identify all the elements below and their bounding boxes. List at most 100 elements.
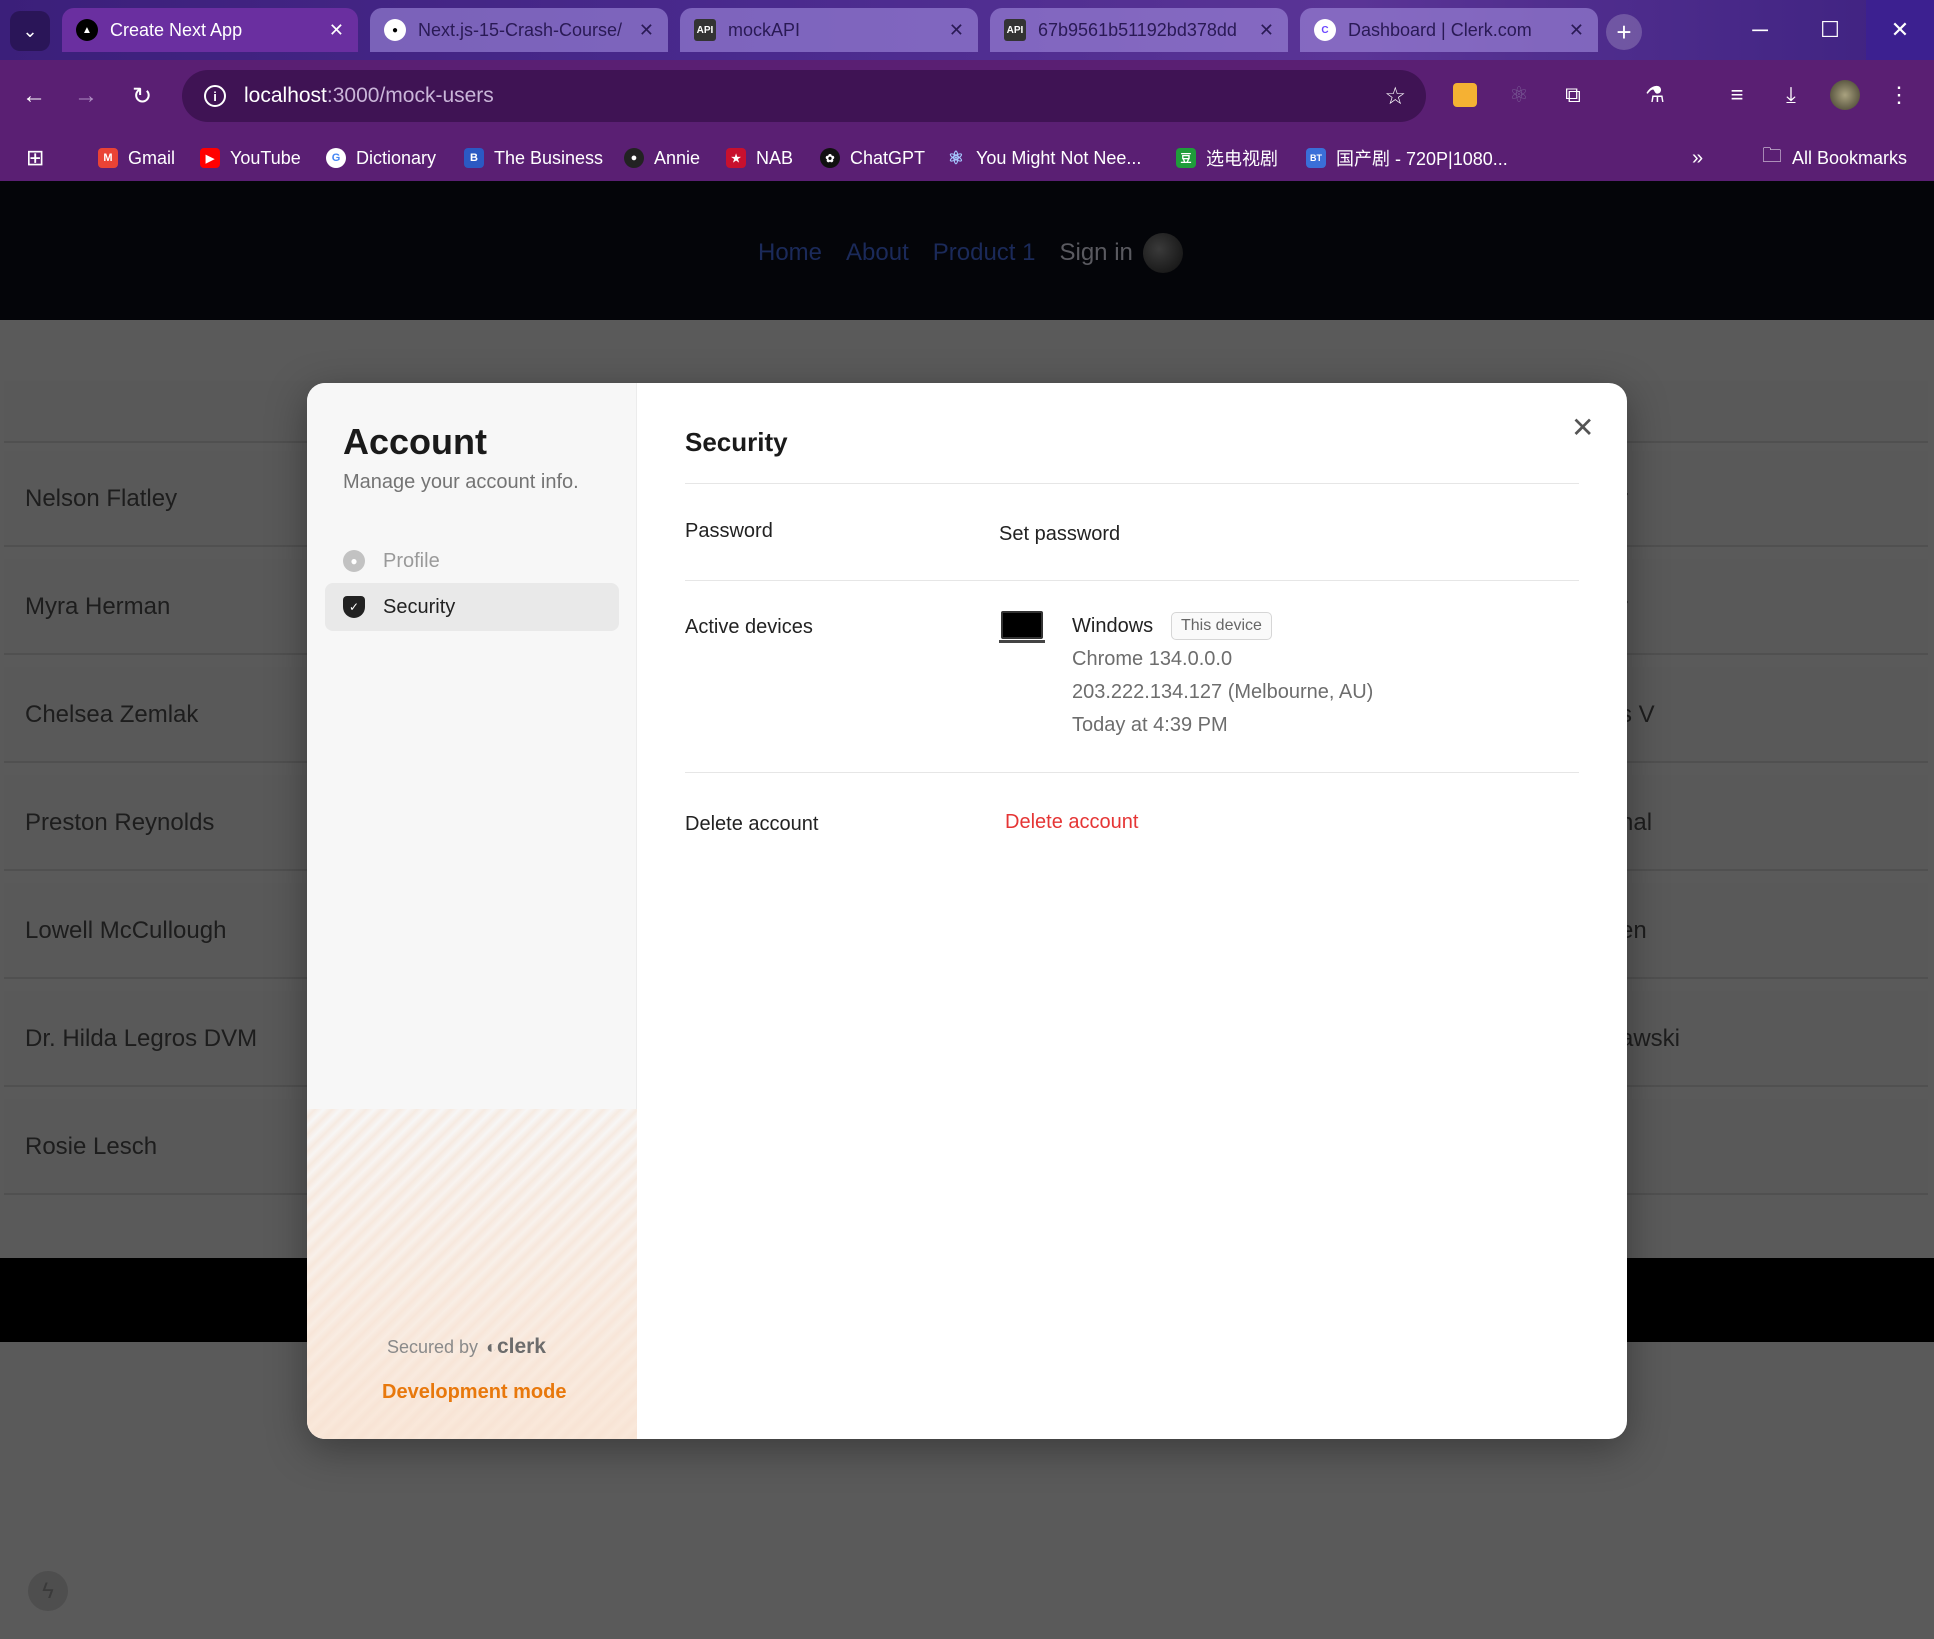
forward-button[interactable]: → — [68, 78, 104, 114]
window-close-button[interactable]: ✕ — [1866, 0, 1934, 60]
divider — [685, 580, 1579, 581]
bookmark-guochanju[interactable]: BT 国产剧 - 720P|1080... — [1306, 145, 1508, 171]
close-modal-button[interactable]: ✕ — [1571, 411, 1594, 444]
labs-flask-icon[interactable]: ⚗ — [1638, 78, 1672, 112]
close-icon[interactable]: ✕ — [1259, 20, 1274, 41]
tab-clerk-dashboard[interactable]: C Dashboard | Clerk.com ✕ — [1300, 8, 1598, 52]
menu-kebab-icon[interactable]: ⋮ — [1882, 78, 1916, 112]
douban-icon: 豆 — [1176, 148, 1196, 168]
clerk-wordmark: clerk — [496, 1335, 546, 1358]
close-icon[interactable]: ✕ — [1569, 20, 1584, 41]
sidebar-item-label: Security — [383, 595, 456, 618]
nav-product-link[interactable]: Product 1 — [933, 239, 1036, 267]
nav-about-link[interactable]: About — [846, 239, 909, 267]
address-bar[interactable]: i localhost:3000/mock-users ☆ — [182, 70, 1426, 122]
bookmark-label: Dictionary — [356, 147, 437, 168]
divider — [685, 772, 1579, 773]
user-name: Myra Herman — [25, 593, 171, 620]
minimize-button[interactable]: ─ — [1726, 0, 1794, 60]
tab-title: 67b9561b51192bd378dd — [1038, 19, 1237, 40]
close-icon[interactable]: ✕ — [949, 20, 964, 41]
tab-mockapi[interactable]: API mockAPI ✕ — [680, 8, 978, 52]
bookmark-dictionary[interactable]: G Dictionary — [326, 148, 436, 169]
tab-create-next-app[interactable]: ▲ Create Next App ✕ — [62, 8, 358, 52]
back-button[interactable]: ← — [16, 78, 52, 114]
github-icon: ● — [384, 19, 406, 41]
laptop-icon — [999, 611, 1045, 643]
extensions-puzzle-icon[interactable]: ⧉ — [1556, 78, 1590, 112]
device-browser: Chrome 134.0.0.0 — [1072, 648, 1233, 670]
site-navbar: Home About Product 1 Sign in — [0, 181, 1934, 320]
tab-title: Create Next App — [110, 19, 243, 40]
clerk-icon: ◐ — [486, 1337, 497, 1357]
all-bookmarks-label: All Bookmarks — [1792, 147, 1908, 168]
new-tab-button[interactable]: + — [1606, 14, 1642, 50]
sidebar-item-security[interactable]: ✓ Security — [325, 583, 619, 631]
password-label: Password — [685, 520, 773, 542]
modal-subtitle: Manage your account info. — [343, 471, 579, 493]
browser-tab-strip: ⌄ ▲ Create Next App ✕ ● Next.js-15-Crash… — [0, 0, 1934, 60]
tab-search-button[interactable]: ⌄ — [10, 11, 50, 51]
maximize-button[interactable]: ☐ — [1796, 0, 1864, 60]
bookmark-annie[interactable]: ● Annie — [624, 148, 700, 169]
all-bookmarks-button[interactable]: 🗀 All Bookmarks — [1762, 141, 1907, 175]
bookmark-nab[interactable]: ★ NAB — [726, 148, 793, 169]
user-avatar[interactable] — [1142, 233, 1183, 273]
clerk-logo: ◐clerk — [486, 1335, 546, 1359]
nav-signin-link[interactable]: Sign in — [1059, 239, 1132, 267]
section-title: Security — [685, 427, 788, 457]
secured-by-label: Secured by — [387, 1336, 479, 1357]
bookmark-chatgpt[interactable]: ✿ ChatGPT — [820, 148, 925, 169]
close-icon[interactable]: ✕ — [329, 20, 344, 41]
bookmark-youtube[interactable]: ▶ YouTube — [200, 148, 301, 169]
extension-notes-icon[interactable] — [1448, 78, 1482, 112]
apps-grid-icon[interactable]: ⊞ — [26, 145, 44, 171]
reload-icon: ↻ — [131, 82, 153, 110]
modal-title: Account — [343, 421, 487, 462]
chatgpt-icon: ✿ — [820, 148, 840, 168]
bookmark-douban[interactable]: 豆选电视剧 — [1176, 145, 1278, 171]
nav-home-link[interactable]: Home — [758, 239, 822, 267]
media-controls-icon[interactable]: ≡ — [1720, 78, 1754, 112]
extension-react-icon[interactable]: ⚛ — [1502, 78, 1536, 112]
minimize-icon: ─ — [1752, 17, 1768, 42]
tab-title: Dashboard | Clerk.com — [1348, 19, 1532, 40]
dev-tools-bolt-icon[interactable]: ϟ — [28, 1571, 68, 1611]
account-modal: Account Manage your account info. ● Prof… — [307, 383, 1627, 1439]
user-circle-icon: ● — [343, 550, 365, 572]
bookmark-the-business[interactable]: B The Business — [464, 148, 603, 169]
profile-avatar[interactable] — [1828, 78, 1862, 112]
bookmark-star-icon[interactable]: ☆ — [1384, 82, 1406, 111]
set-password-button[interactable]: Set password — [999, 523, 1120, 546]
sidebar-item-profile[interactable]: ● Profile — [325, 537, 619, 585]
tab-mockapi-resource[interactable]: API 67b9561b51192bd378dd ✕ — [990, 8, 1288, 52]
sidebar-item-label: Profile — [383, 549, 440, 572]
active-devices-label: Active devices — [685, 616, 813, 638]
bookmark-label: ChatGPT — [850, 147, 926, 168]
bookmark-label: NAB — [756, 147, 794, 168]
youtube-icon: ▶ — [200, 148, 220, 168]
delete-account-button[interactable]: Delete account — [1005, 811, 1138, 834]
user-name: Preston Reynolds — [25, 809, 215, 836]
bookmark-label: 国产剧 - 720P|1080... — [1336, 149, 1508, 169]
device-last-active: Today at 4:39 PM — [1072, 714, 1228, 736]
url-host: localhost — [244, 84, 327, 107]
reload-button[interactable]: ↻ — [124, 78, 160, 114]
bookmark-label: You Might Not Nee... — [976, 147, 1142, 168]
mockapi-icon: API — [694, 19, 716, 41]
this-device-badge: This device — [1171, 612, 1272, 640]
bookmark-gmail[interactable]: M Gmail — [98, 148, 175, 169]
chevron-down-icon: ⌄ — [22, 20, 38, 41]
bookmark-you-might-not-need[interactable]: ⚛ You Might Not Nee... — [946, 147, 1142, 169]
plus-icon: + — [1616, 16, 1632, 47]
secured-by-clerk[interactable]: Secured by ◐clerk — [387, 1335, 546, 1359]
bookmark-label: Annie — [654, 147, 701, 168]
more-bookmarks-chevron-icon[interactable]: » — [1692, 147, 1703, 170]
download-icon[interactable]: ⤓ — [1774, 78, 1808, 112]
user-name: Nelson Flatley — [25, 485, 178, 512]
close-icon[interactable]: ✕ — [639, 20, 654, 41]
info-icon[interactable]: i — [204, 85, 226, 107]
user-name: Lowell McCullough — [25, 917, 227, 944]
gmail-icon: M — [98, 148, 118, 168]
tab-github[interactable]: ● Next.js-15-Crash-Course/ ✕ — [370, 8, 668, 52]
